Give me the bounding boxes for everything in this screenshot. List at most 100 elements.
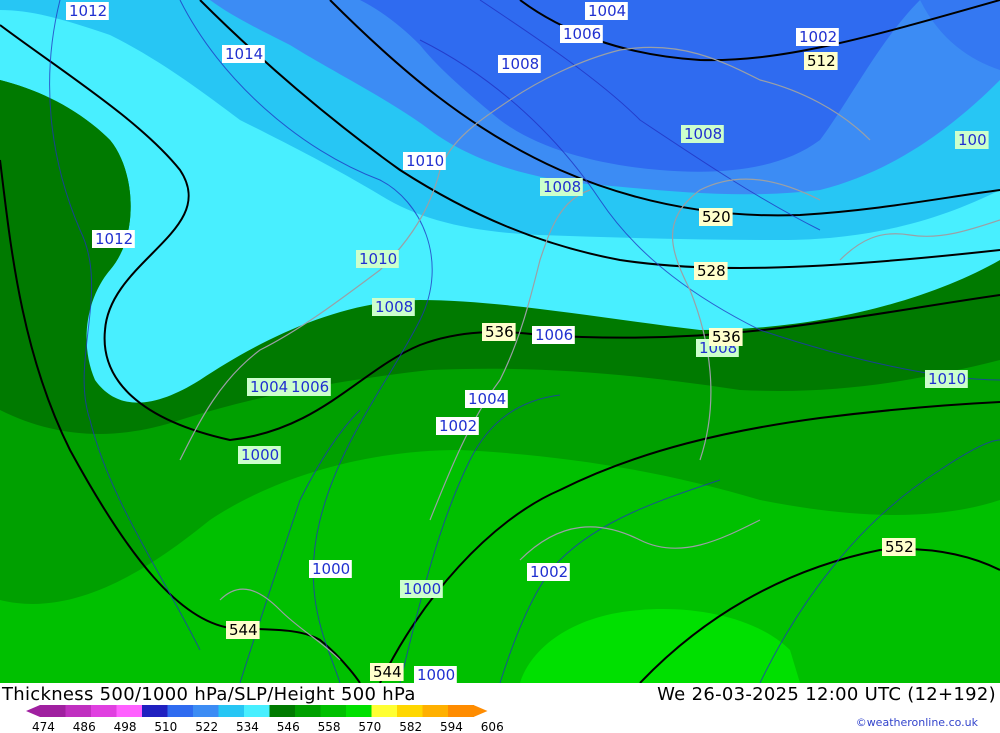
scale-swatch: [65, 705, 92, 717]
slp-label: 100: [955, 131, 989, 149]
svg-text:1012: 1012: [69, 2, 107, 20]
scale-tick-label: 594: [440, 720, 463, 733]
scale-tick-label: 558: [318, 720, 341, 733]
height-label: 536: [482, 323, 516, 341]
scale-swatch: [269, 705, 296, 717]
scale-swatch: [422, 705, 449, 717]
svg-text:1000: 1000: [241, 446, 279, 464]
color-scale: 474 486 498 510 522 534 546 558 570 582 594 606: [26, 705, 504, 733]
svg-text:1008: 1008: [684, 125, 722, 143]
svg-text:528: 528: [697, 262, 726, 280]
scale-swatch: [218, 705, 245, 717]
svg-text:1008: 1008: [501, 55, 539, 73]
height-label: 544: [370, 663, 404, 681]
scale-swatch: [346, 705, 372, 717]
svg-text:1002: 1002: [439, 417, 477, 435]
scale-tick-label: 534: [236, 720, 259, 733]
slp-label: 1010: [925, 370, 968, 388]
svg-text:1002: 1002: [530, 563, 568, 581]
slp-label: 1008: [372, 298, 415, 316]
scale-swatch: [448, 705, 474, 717]
scale-tick-label: 582: [399, 720, 422, 733]
scale-swatch: [397, 705, 423, 717]
svg-text:100: 100: [958, 131, 987, 149]
scale-swatch: [244, 705, 270, 717]
svg-text:1008: 1008: [375, 298, 413, 316]
svg-text:1006: 1006: [291, 378, 329, 396]
slp-label: 1010: [356, 250, 399, 268]
slp-label: 1000: [309, 560, 352, 578]
svg-text:536: 536: [712, 328, 741, 346]
height-label: 512: [804, 52, 838, 70]
scale-tick-label: 546: [277, 720, 300, 733]
scale-tick-label: 498: [114, 720, 137, 733]
svg-text:1004: 1004: [250, 378, 288, 396]
slp-label: 1012: [92, 230, 135, 248]
scale-tick-label: 522: [195, 720, 218, 733]
scale-tick-label: 606: [481, 720, 504, 733]
slp-label: 1002: [527, 563, 570, 581]
scale-arrow-left: [26, 705, 40, 717]
scale-tick-label: 510: [154, 720, 177, 733]
svg-text:1000: 1000: [312, 560, 350, 578]
copyright: ©weatheronline.co.uk: [855, 716, 978, 729]
slp-label: 1000: [238, 446, 281, 464]
slp-label: 1000: [400, 580, 443, 598]
scale-swatch: [295, 705, 321, 717]
svg-text:1010: 1010: [406, 152, 444, 170]
slp-label: 1008: [498, 55, 541, 73]
slp-label: 1002: [796, 28, 839, 46]
svg-text:512: 512: [807, 52, 836, 70]
svg-text:1004: 1004: [588, 2, 626, 20]
svg-text:1012: 1012: [95, 230, 133, 248]
svg-text:552: 552: [885, 538, 914, 556]
svg-text:1000: 1000: [417, 666, 455, 683]
svg-text:1004: 1004: [468, 390, 506, 408]
scale-swatch: [320, 705, 347, 717]
slp-label: 1008: [540, 178, 583, 196]
svg-text:520: 520: [702, 208, 731, 226]
height-label: 528: [694, 262, 728, 280]
svg-text:1014: 1014: [225, 45, 263, 63]
scale-swatch: [142, 705, 168, 717]
svg-text:544: 544: [373, 663, 402, 681]
valid-time: We 26-03-2025 12:00 UTC (12+192): [657, 684, 996, 705]
svg-text:1010: 1010: [928, 370, 966, 388]
height-label: 552: [882, 538, 916, 556]
svg-text:1006: 1006: [563, 25, 601, 43]
slp-label: 1004: [465, 390, 508, 408]
slp-label: 1008: [681, 125, 724, 143]
slp-label: 1006: [560, 25, 603, 43]
slp-label: 1002: [436, 417, 479, 435]
slp-label: 1004: [247, 378, 290, 396]
height-label: 520: [699, 208, 733, 226]
svg-text:1010: 1010: [359, 250, 397, 268]
svg-text:1002: 1002: [799, 28, 837, 46]
scale-swatch: [91, 705, 117, 717]
thickness-map: 1012101410041006 100210081008101010081012…: [0, 0, 1000, 683]
scale-swatch: [167, 705, 194, 717]
scale-tick-label: 486: [73, 720, 96, 733]
scale-swatch: [371, 705, 398, 717]
scale-tick-label: 570: [358, 720, 381, 733]
scale-tick-label: 474: [32, 720, 55, 733]
scale-swatch: [40, 705, 66, 717]
scale-swatch: [116, 705, 143, 717]
svg-text:544: 544: [229, 621, 258, 639]
slp-label: 1010: [403, 152, 446, 170]
svg-text:1008: 1008: [543, 178, 581, 196]
slp-label: 1014: [222, 45, 265, 63]
scale-arrow-right: [473, 705, 488, 717]
slp-label: 1004: [585, 2, 628, 20]
map-title: Thickness 500/1000 hPa/SLP/Height 500 hP…: [2, 684, 416, 705]
svg-text:1006: 1006: [535, 326, 573, 344]
scale-swatch: [193, 705, 219, 717]
svg-text:536: 536: [485, 323, 514, 341]
height-label: 536: [709, 328, 743, 346]
svg-text:1000: 1000: [403, 580, 441, 598]
slp-label: 1006: [288, 378, 331, 396]
height-label: 544: [226, 621, 260, 639]
slp-label: 1006: [532, 326, 575, 344]
slp-label: 1000: [414, 666, 457, 683]
slp-label: 1012: [66, 2, 109, 20]
